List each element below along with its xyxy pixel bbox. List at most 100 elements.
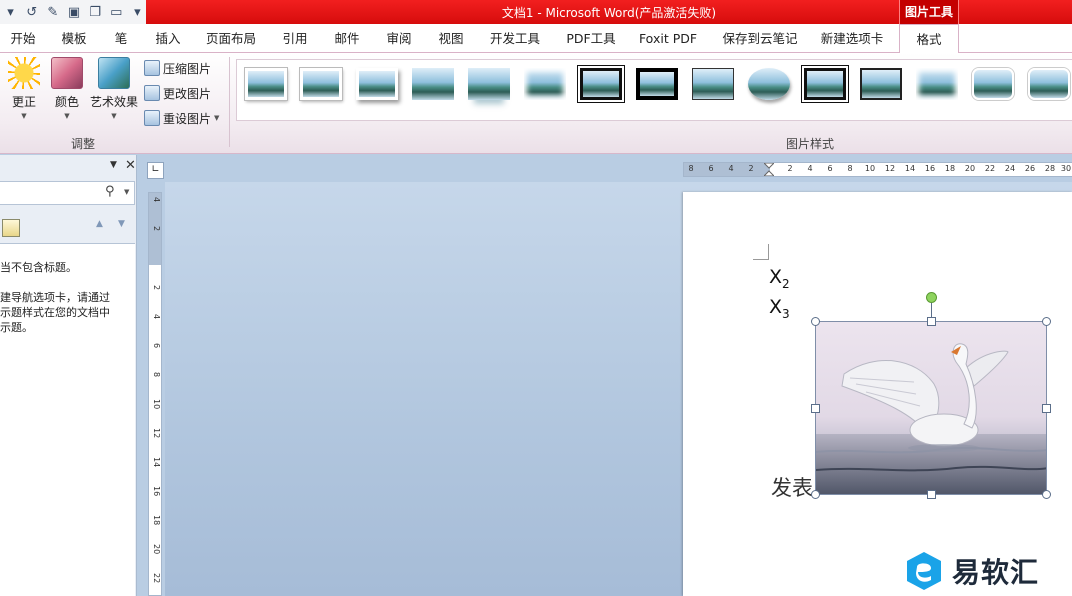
compress-icon — [144, 60, 160, 76]
compress-pictures-button[interactable]: 压缩图片 — [144, 57, 211, 79]
ruler-tick-label: 20 — [964, 164, 976, 173]
dropdown-arrow-icon[interactable]: ▾ — [2, 5, 19, 20]
ruler-tick-label: 2 — [152, 285, 161, 291]
tab-save-to-cloud-notes[interactable]: 保存到云笔记 — [714, 24, 806, 53]
browse-pages-icon[interactable] — [2, 219, 20, 237]
brand-logo-icon — [907, 552, 941, 590]
dropdown-arrow-icon: ▼ — [64, 112, 70, 120]
tab-home[interactable]: 开始 — [0, 24, 46, 53]
ruler-tick-label: 6 — [708, 164, 714, 173]
picture-style-beveled-matte[interactable] — [300, 68, 342, 100]
picture-style-simple-frame-white[interactable] — [245, 68, 287, 100]
ruler-tick-label: 8 — [847, 164, 853, 173]
search-icon[interactable]: ⚲ — [105, 184, 115, 199]
paste-icon[interactable]: ❐ — [87, 5, 104, 20]
rotate-handle[interactable] — [926, 292, 937, 303]
change-picture-button[interactable]: 更改图片 — [144, 82, 211, 104]
ruler-tick-label: 12 — [152, 428, 161, 439]
redo-icon[interactable]: ↺ — [23, 5, 40, 20]
tab-pdf-tools[interactable]: PDF工具 — [560, 24, 622, 53]
navigation-tabs: ▲ ▼ — [0, 213, 137, 241]
dropdown-arrow-icon: ▼ — [21, 112, 27, 120]
text-line-x3[interactable]: X3 — [769, 296, 790, 321]
tab-references[interactable]: 引用 — [272, 24, 318, 53]
tab-insert[interactable]: 插入 — [145, 24, 191, 53]
tab-templates[interactable]: 模板 — [50, 24, 98, 53]
edit-icon[interactable]: ✎ — [44, 5, 61, 20]
search-document-input[interactable]: ⚲ ▼ — [0, 181, 135, 205]
search-options-icon[interactable]: ▼ — [124, 188, 129, 196]
resize-handle-bottom-left[interactable] — [811, 490, 820, 499]
picture-style-soft-rectangle[interactable] — [916, 68, 958, 100]
tab-format[interactable]: 格式 — [899, 24, 959, 54]
ruler-tick-label: 10 — [152, 399, 161, 410]
change-picture-icon — [144, 85, 160, 101]
artistic-effects-button[interactable]: 艺术效果 ▼ — [90, 57, 138, 120]
sun-icon — [8, 57, 40, 89]
picture-style-rounded-rectangle[interactable] — [972, 68, 1014, 100]
text-line-x2[interactable]: X2 — [769, 266, 790, 291]
next-heading-icon[interactable]: ▼ — [118, 219, 125, 229]
color-button[interactable]: 颜色 ▼ — [43, 57, 91, 120]
previous-heading-icon[interactable]: ▲ — [96, 219, 103, 229]
picture-style-compound-frame[interactable] — [804, 68, 846, 100]
vertical-ruler[interactable]: 4 2 2 4 6 8 10 12 14 16 18 20 22 — [148, 192, 162, 596]
ruler-tick-label: 2 — [787, 164, 793, 173]
navigation-pane: ▼ ✕ ⚲ ▼ ▲ ▼ 当不包含标题。 建导航选项卡，请通过 示题样式在您的文档… — [0, 155, 137, 596]
resize-handle-top-left[interactable] — [811, 317, 820, 326]
reset-picture-button[interactable]: 重设图片 ▼ — [144, 107, 219, 129]
title-bar: ▾ ↺ ✎ ▣ ❐ ▭ ▾ 文档1 - Microsoft Word(产品激活失… — [0, 0, 1072, 24]
ruler-tick-label: 8 — [688, 164, 694, 173]
navigation-pane-header: ▼ ✕ — [0, 155, 137, 181]
nav-message-line: 当不包含标题。 — [0, 261, 77, 274]
ruler-tick-label: 4 — [152, 197, 161, 203]
tab-selector[interactable]: ∟ — [147, 162, 164, 179]
picture-style-double-frame-black[interactable] — [580, 68, 622, 100]
tab-mailings[interactable]: 邮件 — [324, 24, 370, 53]
text-line-trailing[interactable]: 发表 — [771, 472, 813, 502]
ruler-tick-label: 28 — [1044, 164, 1056, 173]
close-icon[interactable]: ✕ — [125, 158, 136, 173]
tab-view[interactable]: 视图 — [428, 24, 474, 53]
tab-foxit-pdf[interactable]: Foxit PDF — [632, 24, 704, 53]
tab-page-layout[interactable]: 页面布局 — [198, 24, 264, 53]
picture-style-drop-shadow[interactable] — [356, 68, 398, 100]
picture-style-reflected[interactable] — [468, 68, 510, 100]
nav-message-line: 示题样式在您的文档中 — [0, 306, 110, 319]
book-icon[interactable]: ▭ — [108, 5, 125, 20]
picture-style-soft-edge[interactable] — [524, 68, 566, 100]
tab-new-tab[interactable]: 新建选项卡 — [814, 24, 890, 53]
nav-message-line: 建导航选项卡，请通过 — [0, 291, 110, 304]
ruler-tick-label: 2 — [748, 164, 754, 173]
resize-handle-bottom-right[interactable] — [1042, 490, 1051, 499]
dropdown-arrow-icon: ▼ — [111, 112, 117, 120]
tab-pen[interactable]: 笔 — [104, 24, 138, 53]
indent-marker-icon[interactable] — [764, 163, 774, 176]
resize-handle-bottom[interactable] — [927, 490, 936, 499]
resize-handle-right[interactable] — [1042, 404, 1051, 413]
picture-style-center-shadow[interactable] — [860, 68, 902, 100]
resize-handle-left[interactable] — [811, 404, 820, 413]
picture-style-metal-rounded[interactable] — [1028, 68, 1070, 100]
resize-handle-top[interactable] — [927, 317, 936, 326]
corrections-button[interactable]: 更正 ▼ — [0, 57, 48, 120]
tab-developer[interactable]: 开发工具 — [482, 24, 548, 53]
tab-review[interactable]: 审阅 — [376, 24, 422, 53]
picture-style-rounded-diagonal[interactable] — [412, 68, 454, 100]
picture-style-metal-oval[interactable] — [748, 68, 790, 100]
ribbon-tabs: 开始 模板 笔 插入 页面布局 引用 邮件 审阅 视图 开发工具 PDF工具 F… — [0, 24, 1072, 54]
print-preview-icon[interactable]: ▣ — [65, 5, 82, 20]
picture-style-simple-frame-black[interactable] — [692, 68, 734, 100]
horizontal-ruler[interactable]: 8 6 4 2 2 4 6 8 10 12 14 16 18 20 22 24 … — [683, 162, 1072, 177]
ruler-tick-label: 4 — [152, 314, 161, 320]
ruler-tick-label: 6 — [152, 343, 161, 349]
customize-arrow-icon[interactable]: ▾ — [129, 5, 146, 20]
selected-picture-swan[interactable] — [815, 321, 1047, 495]
ruler-tick-label: 30 — [1060, 164, 1072, 173]
ruler-tick-label: 6 — [827, 164, 833, 173]
ruler-tick-label: 4 — [728, 164, 734, 173]
pane-options-icon[interactable]: ▼ — [110, 160, 117, 170]
ruler-tick-label: 20 — [152, 544, 161, 555]
picture-style-thick-matte-black[interactable] — [636, 68, 678, 100]
resize-handle-top-right[interactable] — [1042, 317, 1051, 326]
